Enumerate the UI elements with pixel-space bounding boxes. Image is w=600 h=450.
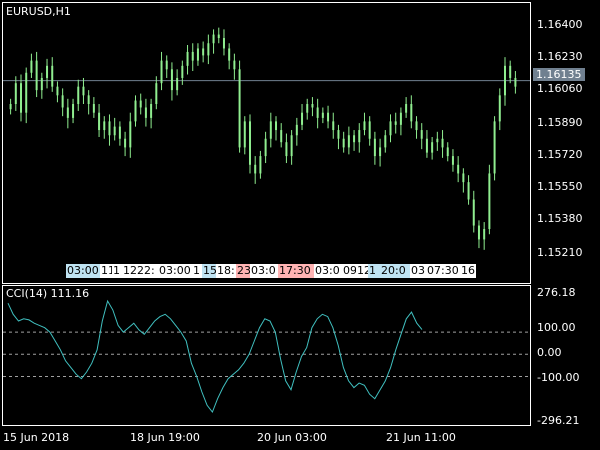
event-marker[interactable]: 23 [236,264,250,278]
event-marker[interactable]: 22: [136,264,158,278]
event-marker[interactable]: 17:30 [278,264,314,278]
time-label: 15 Jun 2018 [3,431,70,444]
event-marker[interactable]: 12 [356,264,368,278]
event-marker[interactable]: 20:0 [380,264,410,278]
price-label: 1.15380 [537,212,583,225]
cci-chart-svg [3,299,530,413]
price-label: 1.15550 [537,180,583,193]
price-label: 1.15890 [537,116,583,129]
event-marker[interactable]: 1 [368,264,380,278]
event-marker[interactable]: 07:30 [426,264,460,278]
price-label: 1.16230 [537,50,583,63]
event-marker[interactable]: 16 [460,264,476,278]
time-label: 20 Jun 03:00 [257,431,327,444]
event-marker[interactable]: 03:0 [250,264,278,278]
cci-label: 276.18 [537,286,576,299]
cci-label: -296.21 [537,414,580,427]
event-marker[interactable]: 12 [122,264,136,278]
event-marker[interactable]: 09 [342,264,356,278]
price-label: 1.15720 [537,148,583,161]
event-marker[interactable]: 1 [112,264,122,278]
cci-label: 100.00 [537,321,576,334]
event-marker[interactable]: 03:0 [314,264,342,278]
time-label: 21 Jun 11:00 [386,431,456,444]
price-label: 1.15210 [537,246,583,259]
time-label: 18 Jun 19:00 [130,431,200,444]
event-marker[interactable]: 11 [100,264,112,278]
current-price-tag: 1.16135 [533,68,585,81]
event-marker[interactable]: 18: [216,264,236,278]
event-marker[interactable]: 03:00 [158,264,192,278]
event-marker[interactable]: 1 [192,264,202,278]
cci-label: 0.00 [537,346,562,359]
event-marker[interactable]: 03:00 [66,264,100,278]
event-marker[interactable]: 03 [410,264,426,278]
cci-label: -100.00 [537,371,580,384]
cci-line [7,299,423,413]
price-label: 1.16400 [537,18,583,31]
event-marker[interactable]: 15 [202,264,216,278]
price-label: 1.16060 [537,82,583,95]
